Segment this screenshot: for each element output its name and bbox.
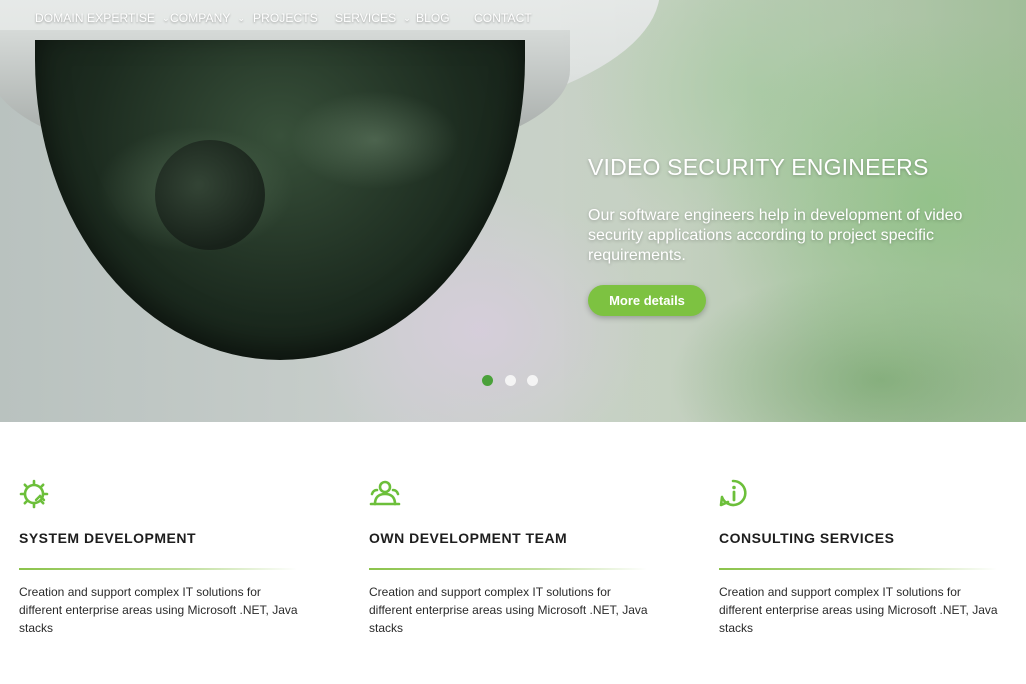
slider-dot-1[interactable]	[482, 375, 493, 386]
feature-description: Creation and support complex IT solution…	[369, 585, 648, 635]
hero-banner: DOMAIN EXPERTISE ⌄ COMPANY ⌄ PROJECTS SERV…	[0, 0, 1026, 422]
slider-dot-3[interactable]	[527, 375, 538, 386]
chevron-down-icon: ⌄	[162, 13, 170, 23]
team-icon	[369, 480, 401, 506]
nav-item-label: CONTACT	[474, 11, 532, 25]
hero-title: VIDEO SECURITY ENGINEERS	[588, 154, 929, 180]
gear-code-icon	[19, 479, 49, 509]
nav-item-label: PROJECTS	[253, 11, 318, 25]
chevron-down-icon: ⌄	[237, 13, 246, 23]
more-details-button[interactable]: More details	[588, 285, 706, 316]
hero-description: Our software engineers help in developme…	[588, 207, 963, 264]
nav-item-domain-expertise[interactable]: DOMAIN EXPERTISE ⌄	[35, 11, 170, 25]
nav-item-label: SERVICES	[335, 11, 397, 25]
divider	[369, 568, 647, 570]
feature-title: SYSTEM DEVELOPMENT	[19, 530, 197, 546]
nav-item-blog[interactable]: BLOG	[416, 11, 450, 25]
feature-description: Creation and support complex IT solution…	[19, 585, 298, 635]
nav-item-contact[interactable]: CONTACT	[474, 11, 532, 25]
feature-title: CONSULTING SERVICES	[719, 530, 895, 546]
nav-item-label: DOMAIN EXPERTISE	[35, 11, 156, 25]
divider	[19, 568, 297, 570]
nav-item-label: BLOG	[416, 11, 450, 25]
slider-dot-2[interactable]	[505, 375, 516, 386]
main-nav: DOMAIN EXPERTISE ⌄ COMPANY ⌄ PROJECTS SERV…	[0, 0, 1026, 36]
info-chat-icon	[719, 479, 747, 507]
feature-description: Creation and support complex IT solution…	[719, 585, 998, 635]
nav-item-company[interactable]: COMPANY ⌄	[170, 11, 245, 25]
nav-item-projects[interactable]: PROJECTS	[253, 11, 318, 25]
divider	[719, 568, 997, 570]
chevron-down-icon: ⌄	[403, 13, 411, 23]
nav-item-label: COMPANY	[170, 11, 231, 25]
feature-title: OWN DEVELOPMENT TEAM	[369, 530, 568, 546]
nav-item-services[interactable]: SERVICES ⌄	[335, 11, 411, 25]
